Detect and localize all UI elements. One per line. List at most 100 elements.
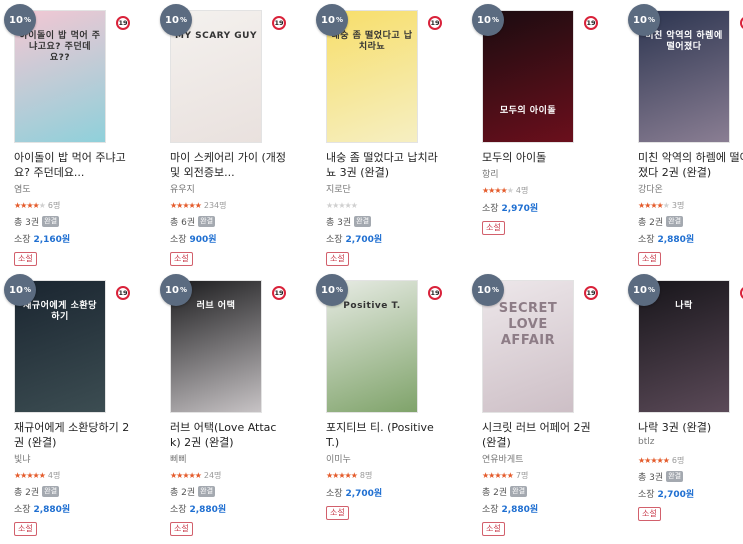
completed-badge: 완결: [198, 216, 216, 227]
price-amount: 2,880원: [33, 505, 71, 515]
price: 소장 2,880원: [638, 235, 695, 245]
price-amount: 2,700원: [345, 489, 383, 499]
age-19-badge: 19: [584, 16, 598, 30]
volume-count: 6권: [181, 218, 196, 228]
discount-badge: 10%: [4, 274, 36, 306]
price-amount: 2,880원: [189, 505, 227, 515]
book-title[interactable]: 미친 악역의 하렘에 떨어졌다 2권 (완결): [638, 150, 743, 180]
cover-title: MY SCARY GUY: [175, 31, 257, 41]
age-19-badge: 19: [116, 286, 130, 300]
volume-count: 3권: [25, 218, 40, 228]
genre-tag[interactable]: 소설: [638, 252, 661, 266]
price: 소장 2,160원: [14, 235, 71, 245]
book-author[interactable]: 연유바게트: [482, 452, 598, 465]
price-amount: 2,880원: [501, 505, 539, 515]
rating-count: 4명: [515, 185, 529, 195]
volume-info: 총 3권 완결: [638, 471, 684, 483]
genre-tag[interactable]: 소설: [14, 252, 37, 266]
book-title[interactable]: 내숭 좀 떨었다고 납치라뇨 3권 (완결): [326, 150, 442, 180]
rating-stars: ★★★★★: [638, 200, 670, 210]
genre-tag[interactable]: 소설: [482, 221, 505, 235]
cover-title: 러브 어택: [196, 301, 236, 311]
book-author[interactable]: 염도: [14, 182, 130, 195]
cover-title: SECRET LOVE AFFAIR: [498, 301, 558, 348]
rating-stars: ★★★★★: [482, 185, 514, 195]
genre-tag[interactable]: 소설: [482, 522, 505, 536]
price: 소장 2,700원: [638, 490, 695, 500]
book-info: 미친 악역의 하렘에 떨어졌다 2권 (완결) 강다온 ★★★★★ 3명 총 2권…: [638, 150, 743, 266]
rating-stars: ★★★★★: [170, 200, 202, 210]
completed-badge: 완결: [198, 486, 216, 497]
volume-count: 2권: [649, 218, 664, 228]
book-author[interactable]: 강다온: [638, 182, 743, 195]
book-title[interactable]: 재규어에게 소환당하기 2권 (완결): [14, 420, 130, 450]
book-info: 마이 스케어리 가이 (개정 및 외전증보... 유우지 ★★★★★ 234명 총…: [170, 150, 286, 266]
genre-tag[interactable]: 소설: [170, 252, 193, 266]
rating: ★★★★★ 4명: [482, 183, 598, 197]
cover-title: 미친 악역의 하렘에 떨어졌다: [645, 31, 723, 52]
discount-badge: 10%: [160, 4, 192, 36]
book-author[interactable]: 유우지: [170, 182, 286, 195]
age-19-badge: 19: [584, 286, 598, 300]
book-info: 내숭 좀 떨었다고 납치라뇨 3권 (완결) 지로단 ★★★★★ 총 3권 완결 …: [326, 150, 442, 266]
book-title[interactable]: 러브 어택(Love Attack) 2권 (완결): [170, 420, 286, 450]
book-title[interactable]: 나락 3권 (완결): [638, 420, 743, 435]
rating: ★★★★★ 4명: [14, 468, 130, 482]
cover-title: Positive T.: [343, 301, 401, 311]
genre-tag[interactable]: 소설: [326, 252, 349, 266]
book-title[interactable]: 포지티브 티. (Positive T.): [326, 420, 442, 450]
book-author[interactable]: 이미누: [326, 452, 442, 465]
book-title[interactable]: 아이돌이 밥 먹어 주냐고요? 주던데요...: [14, 150, 130, 180]
price: 소장 900원: [170, 235, 217, 245]
book-info: 나락 3권 (완결) btlz ★★★★★ 6명 총 3권 완결 소장 2,700원…: [638, 420, 743, 521]
genre-tag[interactable]: 소설: [326, 506, 349, 520]
rating-count: 4명: [47, 470, 61, 480]
book-info: 포지티브 티. (Positive T.) 이미누 ★★★★★ 8명 소장 2,7…: [326, 420, 442, 520]
price: 소장 2,880원: [14, 505, 71, 515]
rating: ★★★★★ 6명: [14, 198, 130, 212]
cover-title: 모두의 아이돌: [499, 106, 557, 116]
discount-badge: 10%: [472, 274, 504, 306]
book-info: 시크릿 러브 어페어 2권 (완결) 연유바게트 ★★★★★ 7명 총 2권 완결 …: [482, 420, 598, 536]
book-author[interactable]: 지로단: [326, 182, 442, 195]
discount-badge: 10%: [160, 274, 192, 306]
book-author[interactable]: 빛냐: [14, 452, 130, 465]
rating-count: 234명: [203, 200, 227, 210]
book-author[interactable]: 삐삐: [170, 452, 286, 465]
genre-tag[interactable]: 소설: [170, 522, 193, 536]
cover-title: 재규어에게 소환당하기: [23, 301, 97, 322]
genre-tag[interactable]: 소설: [638, 507, 661, 521]
rating-count: 8명: [359, 470, 373, 480]
book-author[interactable]: 항리: [482, 167, 598, 180]
discount-badge: 10%: [316, 4, 348, 36]
volume-count: 3권: [649, 473, 664, 483]
completed-badge: 완결: [42, 216, 60, 227]
age-19-badge: 19: [116, 16, 130, 30]
volume-info: 총 6권 완결: [170, 216, 216, 228]
discount-badge: 10%: [628, 4, 660, 36]
price: 소장 2,700원: [326, 235, 383, 245]
price-amount: 2,160원: [33, 235, 71, 245]
book-title[interactable]: 마이 스케어리 가이 (개정 및 외전증보...: [170, 150, 286, 180]
discount-badge: 10%: [628, 274, 660, 306]
rating-count: 7명: [515, 470, 529, 480]
rating-count: 6명: [47, 200, 61, 210]
age-19-badge: 19: [428, 16, 442, 30]
rating-count: 3명: [671, 200, 685, 210]
cover-title: 아이돌이 밥 먹어 주냐고요? 주던데요??: [19, 31, 101, 63]
discount-badge: 10%: [4, 4, 36, 36]
book-info: 아이돌이 밥 먹어 주냐고요? 주던데요... 염도 ★★★★★ 6명 총 3권 완…: [14, 150, 130, 266]
rating: ★★★★★ 7명: [482, 468, 598, 482]
completed-badge: 완결: [510, 486, 528, 497]
price: 소장 2,880원: [170, 505, 227, 515]
rating-stars: ★★★★★: [170, 470, 202, 480]
rating-stars: ★★★★★: [638, 455, 670, 465]
book-title[interactable]: 모두의 아이돌: [482, 150, 598, 165]
rating: ★★★★★ 234명: [170, 198, 286, 212]
genre-tag[interactable]: 소설: [14, 522, 37, 536]
price-amount: 2,970원: [501, 204, 539, 214]
book-author[interactable]: btlz: [638, 437, 743, 450]
rating-count: 24명: [203, 470, 222, 480]
book-title[interactable]: 시크릿 러브 어페어 2권 (완결): [482, 420, 598, 450]
volume-info: 총 2권 완결: [482, 486, 528, 498]
